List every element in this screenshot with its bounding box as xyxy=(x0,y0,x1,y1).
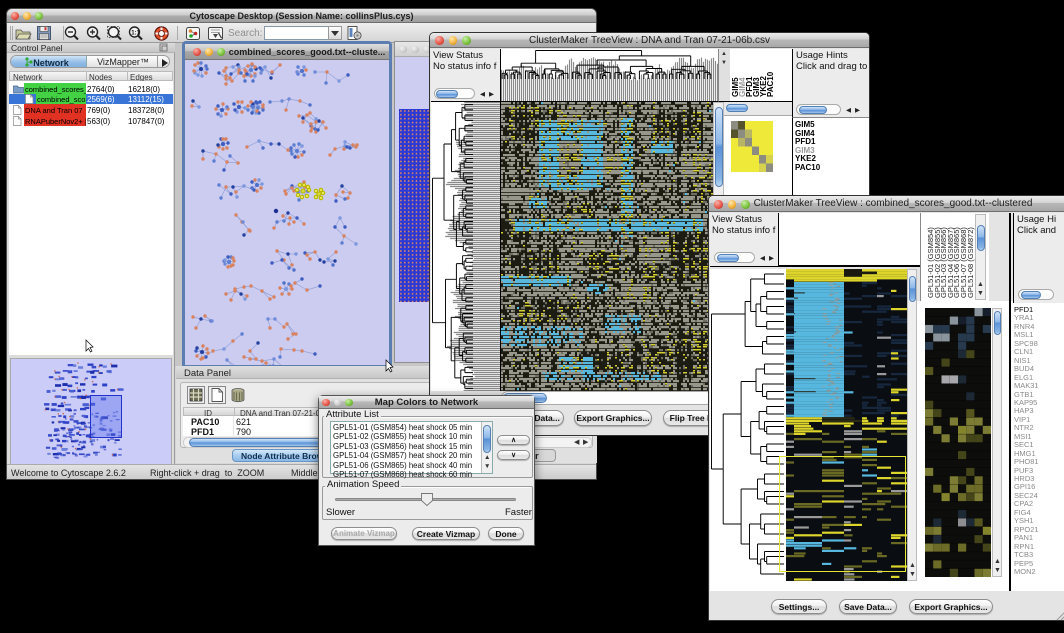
svg-text:1:1: 1:1 xyxy=(131,31,140,37)
